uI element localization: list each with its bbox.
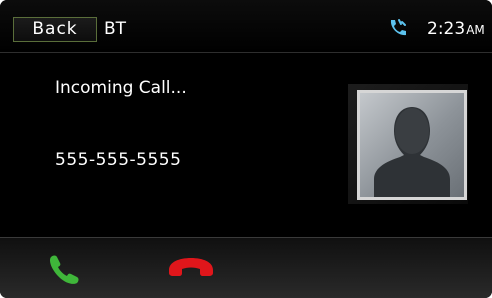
clock: 2:23AM [427, 19, 485, 39]
source-label: BT [104, 19, 127, 39]
clock-time: 2:23 [427, 19, 466, 39]
avatar-frame [357, 90, 467, 200]
contact-avatar [348, 84, 473, 208]
caller-number: 555-555-5555 [55, 150, 182, 170]
answer-call-icon [44, 255, 84, 288]
decline-call-icon [165, 258, 217, 288]
answer-call-button[interactable] [44, 250, 84, 284]
clock-am-pm: AM [466, 23, 485, 37]
phone-ringing-icon [386, 17, 408, 39]
top-bar-divider [0, 52, 492, 53]
decline-call-button[interactable] [165, 250, 217, 284]
call-status-text: Incoming Call... [55, 78, 187, 98]
back-button[interactable]: Back [13, 17, 97, 42]
incoming-call-screen: Back BT 2:23AM Incoming Call... 555-555-… [0, 0, 492, 298]
